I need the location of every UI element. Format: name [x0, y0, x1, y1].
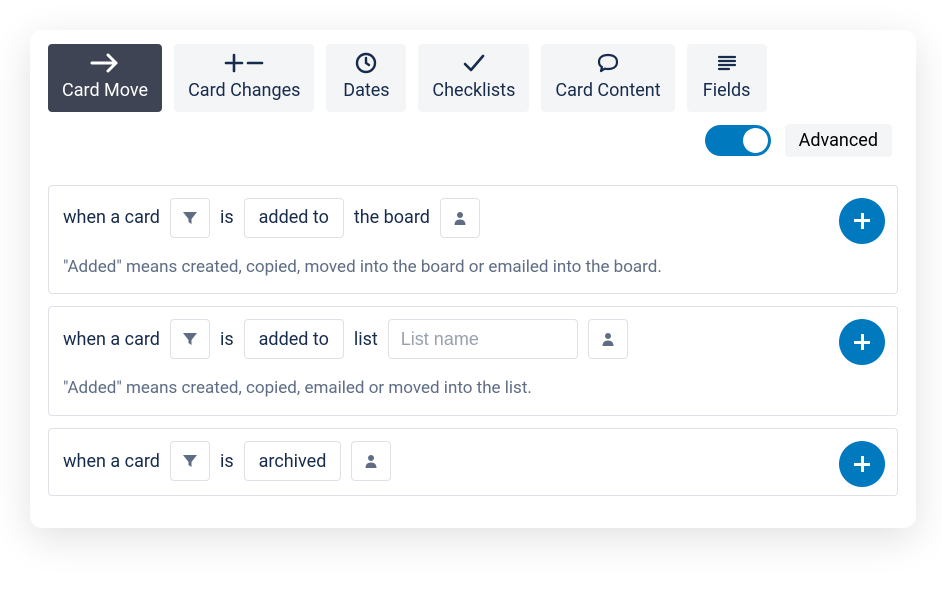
- action-chip[interactable]: added to: [244, 319, 344, 359]
- filter-button[interactable]: [170, 441, 210, 481]
- rule-card-archived: when a card is archived: [48, 428, 898, 496]
- filter-button[interactable]: [170, 319, 210, 359]
- action-label: added to: [259, 329, 329, 350]
- user-filter-button[interactable]: [351, 441, 391, 481]
- filter-icon: [181, 452, 199, 470]
- user-icon: [600, 331, 616, 347]
- text-is: is: [220, 207, 234, 228]
- user-filter-button[interactable]: [440, 198, 480, 238]
- text-is: is: [220, 329, 234, 350]
- advanced-toggle[interactable]: [705, 125, 771, 156]
- add-rule-button[interactable]: [839, 441, 885, 487]
- user-icon: [363, 453, 379, 469]
- tab-dates[interactable]: Dates: [326, 44, 406, 112]
- rule-card-added-list: when a card is added to list "Added" mea…: [48, 306, 898, 416]
- triggers-panel: Card Move Card Changes Dates Checklists …: [30, 30, 916, 528]
- tab-card-changes[interactable]: Card Changes: [174, 44, 314, 112]
- text-when-a-card: when a card: [63, 451, 160, 472]
- advanced-label: Advanced: [785, 124, 892, 157]
- tab-label: Card Content: [555, 80, 660, 102]
- arrow-right-icon: [88, 52, 122, 74]
- action-label: added to: [259, 207, 329, 228]
- text-the-board: the board: [354, 207, 430, 228]
- check-icon: [461, 52, 487, 74]
- tab-checklists[interactable]: Checklists: [418, 44, 529, 112]
- tab-label: Card Changes: [188, 80, 300, 102]
- filter-button[interactable]: [170, 198, 210, 238]
- lines-icon: [715, 52, 739, 74]
- speech-bubble-icon: [595, 52, 621, 74]
- action-label: archived: [259, 451, 327, 472]
- tab-label: Card Move: [62, 80, 148, 102]
- tab-fields[interactable]: Fields: [687, 44, 767, 112]
- add-rule-button[interactable]: [839, 198, 885, 244]
- rule-row: when a card is added to list: [63, 319, 883, 359]
- tab-card-move[interactable]: Card Move: [48, 44, 162, 112]
- filter-icon: [181, 330, 199, 348]
- filter-icon: [181, 209, 199, 227]
- advanced-row: Advanced: [48, 124, 898, 157]
- list-name-input[interactable]: [388, 319, 578, 359]
- tab-bar: Card Move Card Changes Dates Checklists …: [48, 44, 898, 112]
- rule-card-added-board: when a card is added to the board "Added…: [48, 185, 898, 295]
- rule-row: when a card is added to the board: [63, 198, 883, 238]
- plus-minus-icon: [222, 52, 266, 74]
- action-chip[interactable]: archived: [244, 441, 342, 481]
- action-chip[interactable]: added to: [244, 198, 344, 238]
- text-list: list: [354, 329, 378, 350]
- user-filter-button[interactable]: [588, 319, 628, 359]
- toggle-knob: [743, 128, 768, 153]
- rule-row: when a card is archived: [63, 441, 883, 481]
- tab-label: Fields: [703, 80, 751, 102]
- text-when-a-card: when a card: [63, 329, 160, 350]
- tab-card-content[interactable]: Card Content: [541, 44, 674, 112]
- text-is: is: [220, 451, 234, 472]
- text-when-a-card: when a card: [63, 207, 160, 228]
- clock-icon: [354, 52, 378, 74]
- user-icon: [452, 210, 468, 226]
- rule-description: "Added" means created, copied, emailed o…: [63, 377, 883, 401]
- tab-label: Checklists: [432, 80, 515, 102]
- rule-description: "Added" means created, copied, moved int…: [63, 256, 883, 280]
- tab-label: Dates: [343, 80, 389, 102]
